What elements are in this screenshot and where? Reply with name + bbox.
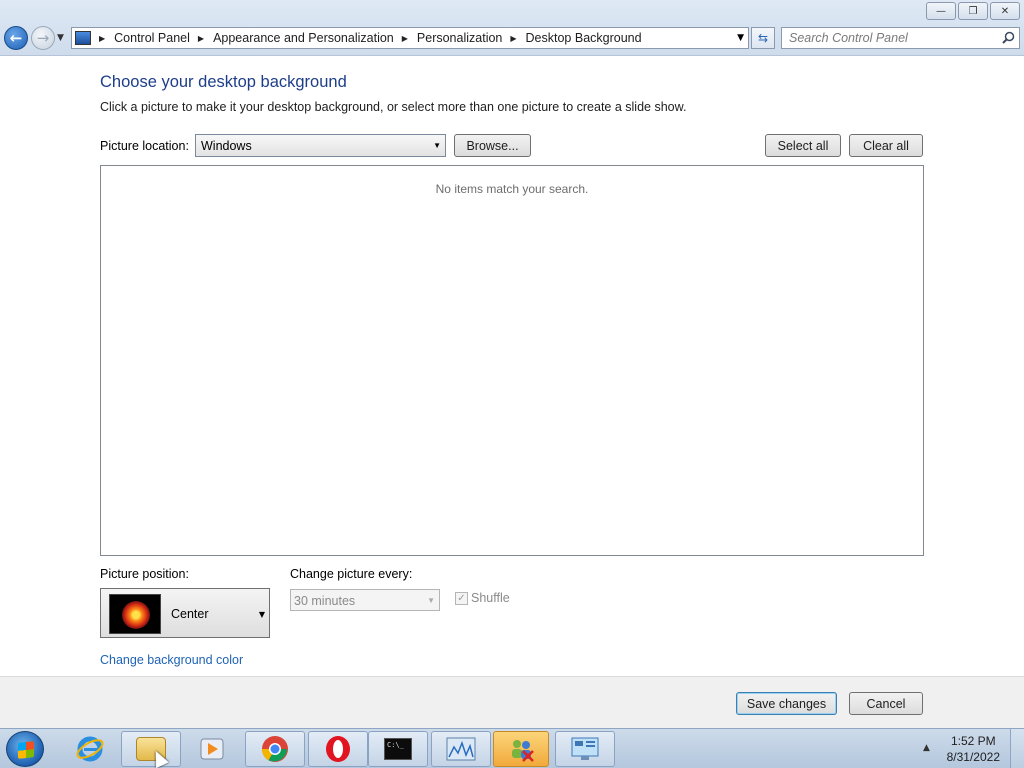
checkmark-icon: ✓: [455, 591, 468, 605]
breadcrumb-desktop-background[interactable]: Desktop Background: [526, 31, 642, 45]
arrow-left-icon: ←: [9, 29, 23, 47]
chevron-right-icon[interactable]: ▶: [198, 34, 204, 43]
refresh-button[interactable]: ⇆: [751, 27, 775, 49]
picture-position-label: Picture position:: [100, 567, 189, 581]
control-panel-icon: [75, 31, 91, 45]
arrow-right-icon: →: [36, 29, 50, 47]
breadcrumb-appearance[interactable]: Appearance and Personalization: [213, 31, 394, 45]
back-button[interactable]: ←: [4, 26, 28, 50]
refresh-icon: ⇆: [757, 31, 769, 45]
address-bar[interactable]: ▶ Control Panel ▶ Appearance and Persona…: [71, 27, 749, 49]
system-clock[interactable]: 1:52 PM 8/31/2022: [947, 733, 1000, 765]
opera-icon: [326, 736, 350, 762]
windows-logo-icon: [18, 741, 34, 759]
address-toolbar: — ❐ ✕ ← → ▼ ▶ Control Panel ▶ Appearance…: [0, 0, 1024, 56]
shuffle-checkbox[interactable]: ✓ Shuffle: [455, 591, 510, 605]
chevron-down-icon: ▼: [258, 610, 265, 619]
clock-date: 8/31/2022: [946, 750, 1000, 764]
users-icon: [512, 740, 534, 762]
search-icon[interactable]: [1002, 31, 1015, 44]
start-button[interactable]: [6, 731, 44, 767]
breadcrumb: ▶ Control Panel ▶ Appearance and Persona…: [91, 31, 642, 45]
control-panel-icon: [571, 737, 599, 760]
clear-all-button[interactable]: Clear all: [849, 134, 923, 157]
browse-button[interactable]: Browse...: [454, 134, 531, 157]
chevron-right-icon[interactable]: ▶: [510, 34, 516, 43]
show-hidden-icons-button[interactable]: ▲: [923, 743, 930, 753]
empty-message: No items match your search.: [435, 182, 589, 196]
picture-gallery[interactable]: No items match your search.: [100, 165, 924, 556]
change-picture-label: Change picture every:: [290, 567, 413, 581]
chrome-icon: [261, 736, 288, 762]
command-prompt-icon: C:\_: [384, 738, 412, 760]
page-title: Choose your desktop background: [100, 73, 347, 91]
internet-explorer-icon: [76, 736, 104, 762]
change-interval-dropdown[interactable]: 30 minutes ▼: [290, 589, 440, 611]
taskbar-windows-explorer[interactable]: [121, 731, 181, 767]
page-description: Click a picture to make it your desktop …: [100, 100, 687, 114]
cancel-button[interactable]: Cancel: [849, 692, 923, 715]
show-desktop-button[interactable]: [1010, 729, 1024, 768]
search-input[interactable]: [782, 28, 992, 48]
chevron-down-icon: ▼: [433, 141, 441, 150]
change-interval-value: 30 minutes: [294, 594, 356, 608]
window-controls: — ❐ ✕: [926, 2, 1020, 20]
select-all-button[interactable]: Select all: [765, 134, 841, 157]
picture-position-value: Center: [171, 607, 209, 621]
dialog-footer: Save changes Cancel: [0, 676, 1024, 728]
chevron-down-icon: ▼: [427, 596, 435, 605]
change-background-color-link[interactable]: Change background color: [100, 653, 243, 667]
taskbar-internet-explorer[interactable]: [70, 731, 110, 767]
breadcrumb-control-panel[interactable]: Control Panel: [114, 31, 190, 45]
taskbar-resource-monitor[interactable]: [431, 731, 491, 767]
picture-position-dropdown[interactable]: Center ▼: [100, 588, 270, 638]
close-button[interactable]: ✕: [990, 2, 1020, 20]
shuffle-label: Shuffle: [471, 591, 510, 605]
forward-button[interactable]: →: [31, 26, 55, 50]
picture-location-dropdown[interactable]: Windows ▼: [195, 134, 446, 157]
taskbar-users[interactable]: [493, 731, 549, 767]
taskbar-command-prompt[interactable]: C:\_: [368, 731, 428, 767]
position-preview-thumbnail: [109, 594, 161, 634]
media-player-icon: [200, 738, 224, 760]
taskbar-control-panel[interactable]: [555, 731, 615, 767]
picture-location-label: Picture location:: [100, 139, 189, 153]
breadcrumb-personalization[interactable]: Personalization: [417, 31, 502, 45]
taskbar-chrome[interactable]: [245, 731, 305, 767]
search-box: [781, 27, 1020, 49]
taskbar-media-player[interactable]: [190, 731, 234, 767]
recent-pages-dropdown[interactable]: ▼: [57, 33, 64, 43]
save-changes-button[interactable]: Save changes: [736, 692, 837, 715]
clock-time: 1:52 PM: [950, 734, 996, 748]
resource-monitor-icon: [446, 737, 476, 761]
maximize-button[interactable]: ❐: [958, 2, 988, 20]
minimize-button[interactable]: —: [926, 2, 956, 20]
chevron-right-icon[interactable]: ▶: [402, 34, 408, 43]
taskbar-opera[interactable]: [308, 731, 368, 767]
chevron-right-icon[interactable]: ▶: [99, 34, 105, 43]
chevron-down-icon[interactable]: ▼: [737, 33, 744, 43]
picture-location-value: Windows: [201, 139, 252, 153]
